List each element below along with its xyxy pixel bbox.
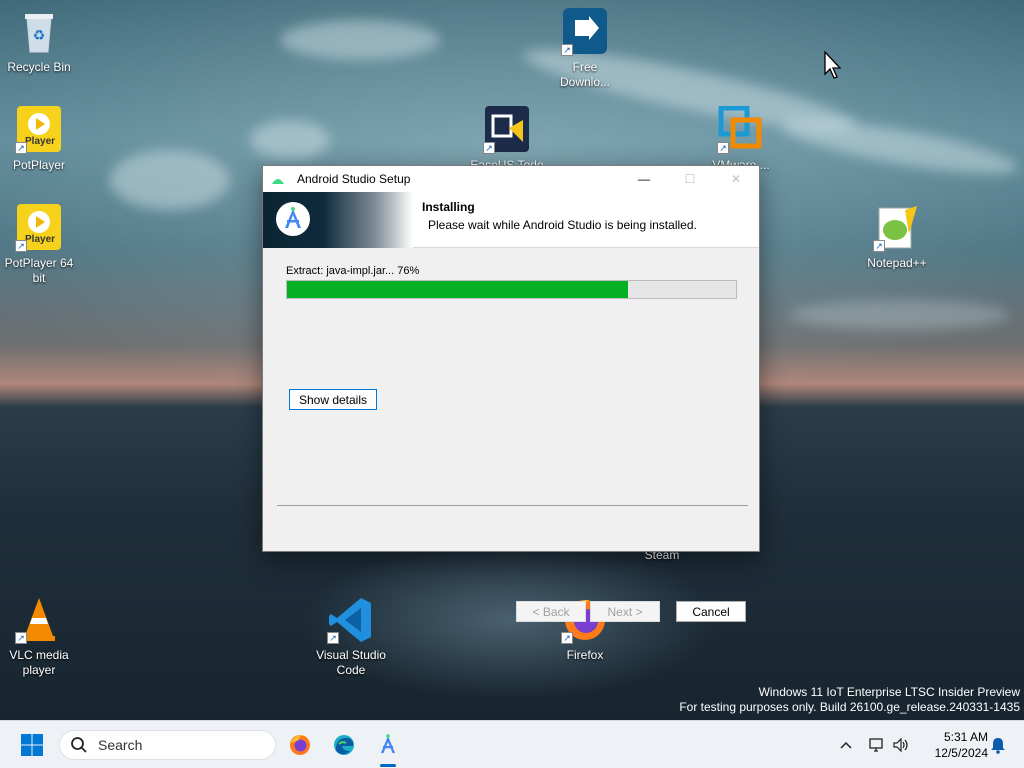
search-placeholder: Search [98, 737, 143, 753]
taskbar-clock[interactable]: 5:31 AM 12/5/2024 [918, 729, 988, 761]
dialog-title: Android Studio Setup [297, 172, 411, 186]
next-button: Next > [590, 601, 660, 622]
android-studio-setup-dialog: Android Studio Setup — ☐ ✕ Installing Pl… [262, 165, 760, 622]
shortcut-arrow-icon: ↗ [717, 142, 729, 154]
system-tray [836, 721, 912, 768]
running-indicator [380, 764, 396, 767]
watermark-line-2: For testing purposes only. Build 26100.g… [679, 700, 1020, 714]
show-details-button[interactable]: Show details [289, 389, 377, 410]
vlc-icon: ↗ [15, 596, 63, 644]
potplayer-icon: Player ↗ [15, 204, 63, 252]
desktop-icon-label: Free Downlo... [559, 60, 611, 89]
android-icon [271, 174, 285, 184]
footer-separator [277, 505, 748, 506]
header-subtitle: Please wait while Android Studio is bein… [428, 218, 697, 232]
shortcut-arrow-icon: ↗ [561, 44, 573, 56]
desktop-icon-vscode[interactable]: ↗ Visual Studio Code [312, 596, 390, 678]
clock-date: 12/5/2024 [934, 746, 988, 760]
desktop-icon-notepad-plus-plus[interactable]: ↗ Notepad++ [858, 204, 936, 271]
shortcut-arrow-icon: ↗ [15, 632, 27, 644]
network-icon[interactable] [864, 737, 890, 753]
desktop-icon-potplayer[interactable]: Player ↗ PotPlayer [0, 106, 78, 173]
desktop-icon-label: PotPlayer 64 bit [4, 256, 74, 285]
shortcut-arrow-icon: ↗ [561, 632, 573, 644]
taskbar-edge-button[interactable] [328, 729, 360, 761]
dialog-body: Extract: java-impl.jar... 76% Show detai… [263, 248, 759, 622]
recycle-bin-icon: ♻ [15, 8, 63, 56]
desktop-icon-recycle-bin[interactable]: ♻ Recycle Bin [0, 8, 78, 75]
maximize-button: ☐ [684, 172, 696, 186]
watermark-line-1: Windows 11 IoT Enterprise LTSC Insider P… [758, 685, 1020, 699]
taskbar-search-box[interactable]: Search [59, 730, 276, 760]
shortcut-arrow-icon: ↗ [327, 632, 339, 644]
android-studio-icon [381, 734, 395, 753]
volume-icon[interactable] [890, 737, 912, 753]
progress-bar-fill [287, 281, 629, 298]
free-download-manager-icon: ↗ [561, 8, 609, 56]
desktop-icon-label: Recycle Bin [7, 60, 71, 74]
back-button: < Back [516, 601, 586, 622]
vmware-icon: ↗ [717, 105, 765, 154]
dialog-header: Installing Please wait while Android Stu… [263, 192, 759, 248]
minimize-button[interactable]: — [621, 166, 667, 192]
search-icon [71, 737, 87, 753]
desktop-icon-free-download[interactable]: ↗ Free Downlo... [546, 8, 624, 90]
android-studio-logo-icon [276, 202, 310, 236]
visual-studio-code-icon: ↗ [327, 596, 375, 644]
notepad-plus-plus-icon: ↗ [873, 204, 921, 252]
shortcut-arrow-icon: ↗ [873, 240, 885, 252]
dialog-titlebar[interactable]: Android Studio Setup — ☐ ✕ [263, 166, 759, 192]
windows-logo-icon [21, 734, 43, 756]
header-banner [263, 192, 413, 248]
desktop-icon-potplayer-64[interactable]: Player ↗ PotPlayer 64 bit [0, 204, 78, 286]
windows-build-watermark: Windows 11 IoT Enterprise LTSC Insider P… [679, 685, 1020, 715]
shortcut-arrow-icon: ↗ [483, 142, 495, 154]
shortcut-arrow-icon: ↗ [15, 240, 27, 252]
desktop-icon-vmware[interactable]: ↗ VMware ... [702, 105, 780, 173]
easeus-todo-icon: ↗ [483, 106, 531, 154]
notifications-bell-icon[interactable] [982, 729, 1014, 761]
taskbar-android-studio-button[interactable] [372, 729, 404, 767]
taskbar: Search 5:31 AM 12/5/2024 [0, 720, 1024, 768]
potplayer-badge: Player [25, 234, 56, 245]
firefox-icon [290, 735, 310, 755]
desktop-icon-label: Firefox [566, 648, 604, 662]
desktop-icon-label: Notepad++ [867, 256, 927, 270]
svg-text:♻: ♻ [33, 27, 46, 43]
taskbar-firefox-button[interactable] [284, 729, 316, 761]
desktop-icon-label: VLC media player [9, 648, 69, 677]
install-status-text: Extract: java-impl.jar... 76% [286, 265, 420, 277]
start-button[interactable] [16, 729, 48, 761]
show-hidden-icons-chevron-icon[interactable] [836, 741, 856, 749]
mouse-cursor-icon [823, 50, 843, 83]
header-title: Installing [422, 200, 475, 214]
desktop-icon-label: Visual Studio Code [316, 648, 386, 677]
close-button: ✕ [730, 172, 742, 186]
shortcut-arrow-icon: ↗ [15, 142, 27, 154]
edge-icon [334, 735, 354, 755]
potplayer-badge: Player [25, 136, 56, 147]
desktop-icon-vlc[interactable]: ↗ VLC media player [0, 596, 78, 678]
clock-time: 5:31 AM [943, 730, 988, 744]
desktop-icon-label: PotPlayer [12, 158, 66, 172]
cancel-button[interactable]: Cancel [676, 601, 746, 622]
install-progress-bar [286, 280, 737, 299]
potplayer-icon: Player ↗ [15, 106, 63, 154]
